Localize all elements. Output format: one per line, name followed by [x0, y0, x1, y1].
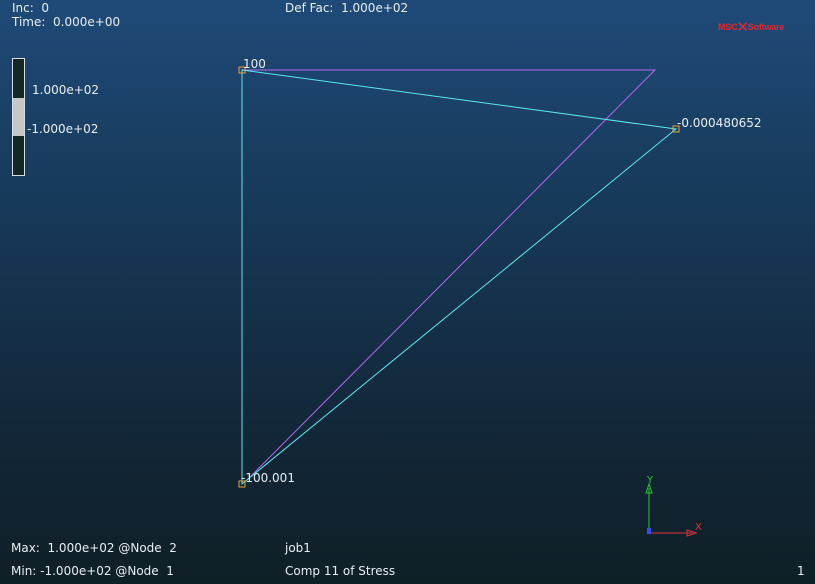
triad-x-label: X	[695, 522, 702, 533]
node-label-right: -0.000480652	[677, 116, 762, 130]
node-label-bottom-left: -100.001	[241, 471, 295, 485]
max-value-readout: Max: 1.000e+02 @Node 2	[11, 541, 177, 555]
graphics-viewport[interactable]: Inc: 0 Time: 0.000e+00 Def Fac: 1.000e+0…	[0, 0, 815, 584]
frame-number: 1	[797, 564, 805, 578]
result-component: Comp 11 of Stress	[285, 564, 396, 578]
element-edges-deformed	[241, 69, 678, 486]
triad-z-axis	[647, 528, 651, 534]
coordinate-triad: Y X	[645, 475, 702, 537]
min-value-readout: Min: -1.000e+02 @Node 1	[11, 564, 174, 578]
model-canvas[interactable]: 100 -0.000480652 -100.001 Y X	[0, 0, 815, 584]
triad-y-label: Y	[646, 475, 654, 486]
element-edges-undeformed	[242, 69, 657, 482]
node-label-top-left: 100	[243, 57, 266, 71]
job-name: job1	[285, 541, 311, 555]
